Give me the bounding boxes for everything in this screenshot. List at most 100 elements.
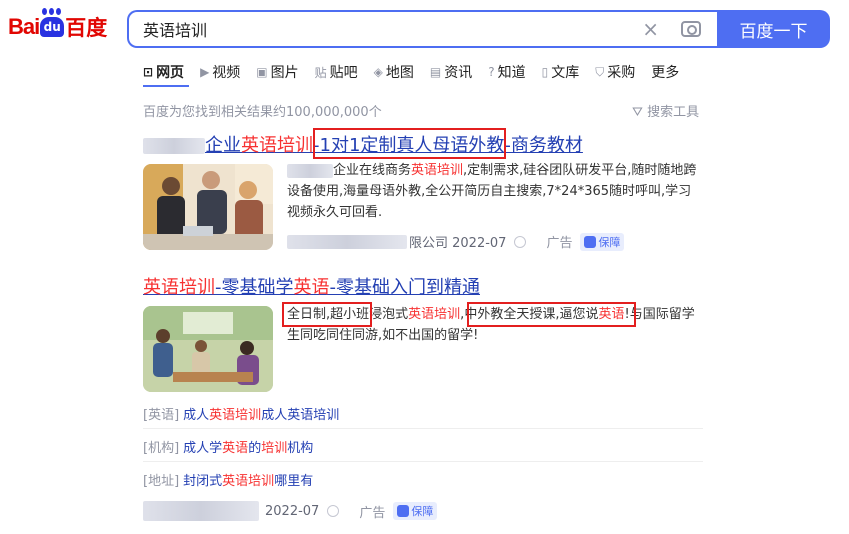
- logo-du: du: [43, 20, 61, 34]
- business-meeting-photo: [143, 164, 273, 250]
- result-1-description: 企业在线商务英语培训,定制需求,硅谷团队研发平台,随时随地跨设备使用,海量母语外…: [287, 160, 702, 223]
- classroom-photo: [143, 306, 273, 392]
- annotation-box: [467, 302, 636, 327]
- tieba-icon: 贴: [314, 65, 327, 80]
- desc-highlight: 英语培训: [408, 307, 461, 322]
- tab-label: 网页: [156, 65, 185, 81]
- blurred-text: [143, 138, 205, 154]
- result-2-sublink-2[interactable]: [机构] 成人学英语的培训机构: [143, 437, 313, 456]
- title-text: -商务教材: [504, 135, 583, 156]
- result-2-title[interactable]: 英语培训-零基础学英语-零基础入门到精通: [143, 273, 480, 299]
- tab-label: 贴吧: [329, 65, 358, 81]
- sublink-highlight: 培训: [261, 441, 288, 456]
- annotation-box: [313, 128, 506, 159]
- result-1-meta: 限公司 2022-07 广告 保障: [287, 232, 625, 251]
- result-count: 百度为您找到相关结果约100,000,000个: [143, 105, 382, 120]
- search-tabs: ⊡ 网页 ▶ 视频 ▣ 图片 贴贴吧 ◈ 地图 ▤ 资讯 ? 知道 ▯ 文库 ⛉ 采购 更多: [143, 62, 695, 82]
- logo-cn: 百度: [65, 16, 108, 40]
- tab-video[interactable]: ▶ 视频: [200, 62, 240, 82]
- sublink-highlight: 英语培训: [209, 408, 262, 423]
- sublink-highlight: 英语培训: [222, 474, 275, 489]
- sublink-text: 机构: [287, 441, 314, 456]
- tab-label: 知道: [497, 65, 526, 81]
- tab-more[interactable]: 更多: [651, 62, 679, 82]
- title-highlight: 英语培训: [143, 277, 215, 298]
- webpage-icon: ⊡: [143, 65, 154, 79]
- shopping-icon: ⛉: [595, 64, 605, 79]
- blurred-text: [287, 234, 407, 249]
- clear-icon[interactable]: ×: [642, 17, 659, 41]
- sublink-text: 封闭式: [183, 474, 223, 489]
- title-text: -零基础学: [215, 277, 294, 298]
- ad-label: 广告: [546, 236, 573, 251]
- document-icon: ▯: [541, 65, 549, 79]
- badge-label: 保障: [598, 235, 621, 249]
- sublink-text: 成人: [183, 408, 210, 423]
- desc-highlight: 英语培训: [411, 163, 464, 178]
- tab-tieba[interactable]: 贴贴吧: [315, 62, 358, 82]
- sublink-text: 成人英语培训: [261, 408, 340, 423]
- meta-source: 限公司 2022-07: [409, 236, 507, 251]
- shield-icon: [397, 505, 410, 517]
- annotation-box: [282, 302, 372, 327]
- map-icon: ◈: [373, 65, 383, 79]
- tab-label: 图片: [270, 65, 299, 81]
- result-1-image[interactable]: [143, 164, 273, 250]
- sublink-text: 成人学: [183, 441, 223, 456]
- tab-label: 视频: [212, 65, 241, 81]
- tab-label: 地图: [385, 65, 414, 81]
- divider: [143, 428, 703, 429]
- camera-icon[interactable]: [681, 21, 701, 37]
- result-2-sublink-1[interactable]: [英语] 成人英语培训成人英语培训: [143, 404, 339, 423]
- sublink-highlight: 英语: [222, 441, 249, 456]
- news-icon: ▤: [429, 65, 442, 79]
- filter-icon: ⛛: [632, 105, 648, 120]
- sublink-text: 的: [248, 441, 262, 456]
- ad-label: 广告: [359, 505, 386, 521]
- shield-icon: [584, 235, 597, 248]
- tab-label: 资讯: [444, 65, 473, 81]
- paw-icon: du: [40, 8, 65, 37]
- sublink-tag: [英语]: [143, 408, 180, 423]
- dropdown-circle-icon[interactable]: [327, 505, 340, 517]
- search-tools-label: 搜索工具: [647, 105, 700, 120]
- baidu-logo[interactable]: Bai du 百度: [8, 8, 108, 42]
- logo-bai: Bai: [8, 14, 40, 39]
- tab-label: 更多: [651, 65, 680, 81]
- tab-webpage[interactable]: ⊡ 网页: [143, 62, 184, 82]
- tab-image[interactable]: ▣ 图片: [256, 62, 298, 82]
- title-text: 企业: [205, 135, 241, 156]
- badge-label: 保障: [411, 505, 434, 518]
- guarantee-badge[interactable]: 保障: [393, 502, 438, 520]
- desc-text: 浸泡式: [369, 307, 409, 322]
- guarantee-badge[interactable]: 保障: [580, 232, 625, 251]
- result-2-image[interactable]: [143, 306, 273, 392]
- meta-date: 2022-07: [265, 503, 320, 519]
- dropdown-circle-icon[interactable]: [514, 235, 527, 248]
- sublink-tag: [地址]: [143, 474, 180, 489]
- video-icon: ▶: [200, 65, 210, 79]
- active-tab-indicator: [143, 85, 189, 87]
- sublink-text: 哪里有: [274, 474, 314, 489]
- tab-map[interactable]: ◈ 地图: [374, 62, 414, 82]
- search-input[interactable]: 英语培训: [143, 17, 642, 41]
- title-highlight: 英语培训: [241, 135, 313, 156]
- title-text: -零基础入门到精通: [329, 277, 481, 298]
- desc-text: 企业在线商务: [333, 163, 412, 178]
- blurred-text: [287, 163, 333, 178]
- blurred-text: [143, 501, 259, 521]
- tab-purchase[interactable]: ⛉ 采购: [595, 62, 635, 82]
- tab-zhidao[interactable]: ? 知道: [488, 62, 525, 82]
- title-highlight: 英语: [293, 277, 330, 298]
- result-2-sublink-3[interactable]: [地址] 封闭式英语培训哪里有: [143, 470, 313, 489]
- tab-wenku[interactable]: ▯ 文库: [542, 62, 580, 82]
- result-2-meta: 2022-07 广告 保障: [143, 501, 438, 521]
- sublink-tag: [机构]: [143, 441, 180, 456]
- divider: [143, 461, 703, 462]
- image-icon: ▣: [256, 65, 268, 79]
- tab-news[interactable]: ▤ 资讯: [430, 62, 472, 82]
- search-button[interactable]: 百度一下: [717, 10, 830, 48]
- tab-label: 采购: [607, 65, 636, 81]
- search-tools-button[interactable]: ⛛ 搜索工具: [632, 101, 699, 120]
- search-box[interactable]: 英语培训 ×: [127, 10, 717, 48]
